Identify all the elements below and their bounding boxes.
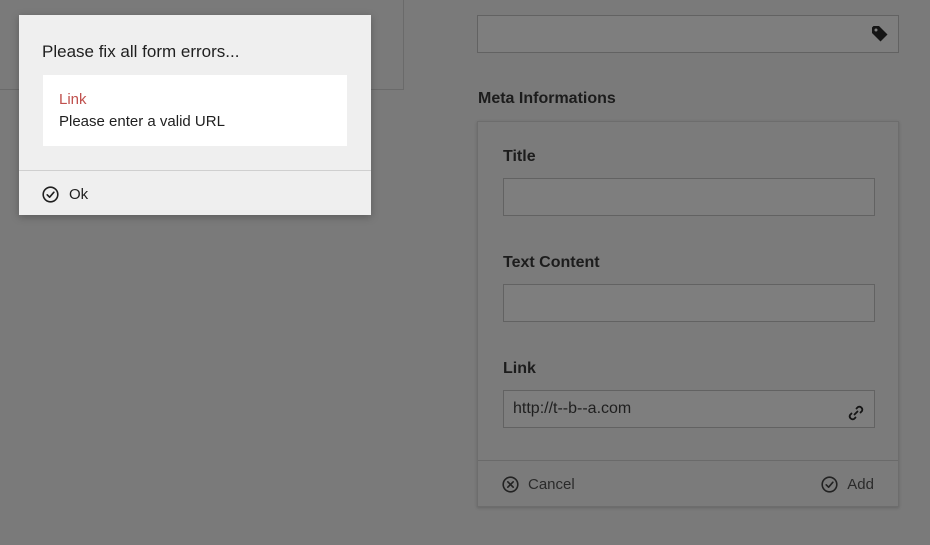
- add-button[interactable]: Add: [821, 476, 874, 493]
- link-icon: [847, 400, 865, 421]
- ok-button[interactable]: Ok: [42, 186, 88, 203]
- check-circle-icon: [821, 476, 838, 493]
- error-message: Please enter a valid URL: [59, 113, 225, 130]
- cancel-circle-icon: [502, 476, 519, 493]
- dialog-footer: Ok: [19, 170, 371, 216]
- cancel-button-label: Cancel: [528, 476, 575, 493]
- meta-informations-card: Title Text Content Link http://t--b--a.c…: [477, 121, 899, 507]
- dialog-title: Please fix all form errors...: [42, 42, 240, 61]
- text-content-label: Text Content: [503, 254, 600, 271]
- form-errors-dialog: Please fix all form errors... Link Pleas…: [19, 15, 371, 215]
- link-label: Link: [503, 360, 536, 377]
- add-button-label: Add: [847, 476, 874, 493]
- error-list: Link Please enter a valid URL: [43, 75, 347, 146]
- link-input[interactable]: http://t--b--a.com: [503, 390, 875, 428]
- title-label: Title: [503, 148, 536, 165]
- ok-button-label: Ok: [69, 186, 89, 203]
- tags-input[interactable]: [477, 15, 899, 53]
- check-circle-icon: [42, 186, 59, 203]
- meta-card-footer: Cancel Add: [478, 460, 898, 508]
- link-input-value: http://t--b--a.com: [513, 400, 632, 417]
- tag-icon: [871, 25, 889, 43]
- text-content-input[interactable]: [503, 284, 875, 322]
- meta-informations-heading: Meta Informations: [478, 90, 616, 107]
- cancel-button[interactable]: Cancel: [502, 476, 575, 493]
- title-input[interactable]: [503, 178, 875, 216]
- error-field-name: Link: [59, 91, 87, 108]
